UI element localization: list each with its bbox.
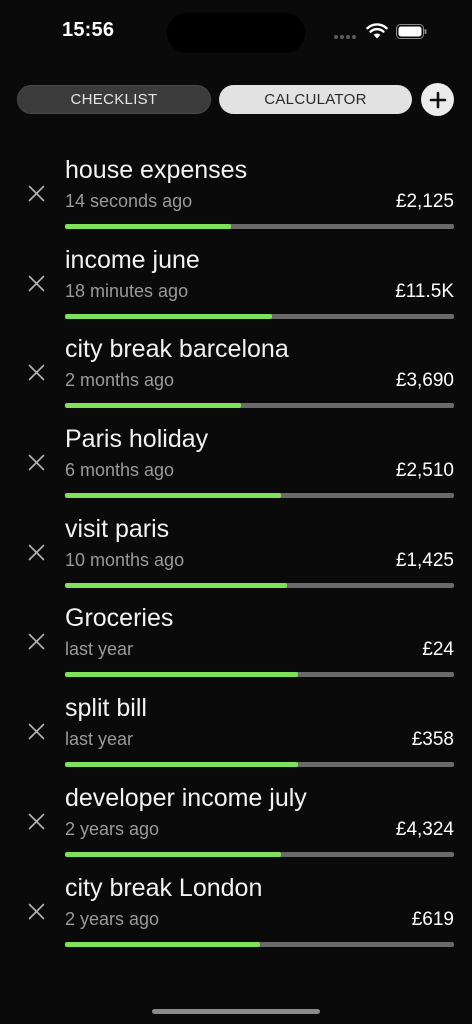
item-title: house expenses [65,156,248,184]
progress-fill [65,313,273,319]
tab-checklist[interactable]: CHECKLIST [17,85,211,114]
item-title: developer income july [65,783,307,812]
list-item[interactable]: house expenses 14 seconds ago £2,125 [0,150,472,240]
item-amount: £2,510 [395,460,454,482]
calculation-list: house expenses 14 seconds ago £2,125 inc… [0,150,472,957]
progress-bar [65,762,454,768]
close-icon[interactable] [28,633,45,650]
item-title: city break barcelona [65,335,289,364]
item-timestamp: 18 minutes ago [65,280,189,301]
list-item[interactable]: developer income july 2 years ago £4,324 [0,778,472,868]
progress-bar [65,403,454,409]
item-amount: £619 [411,908,454,930]
item-title: Groceries [65,604,174,633]
list-item[interactable]: income june 18 minutes ago £11.5K [0,240,472,330]
item-timestamp: last year [65,639,134,660]
progress-fill [65,672,299,678]
home-indicator[interactable] [152,1009,320,1014]
item-amount: £2,125 [395,191,454,212]
item-amount: £3,690 [395,370,454,392]
item-title: split bill [65,694,147,723]
item-title: Paris holiday [65,425,209,454]
progress-fill [65,941,260,947]
item-timestamp: 2 years ago [65,818,160,839]
status-time: 15:56 [62,19,115,41]
item-timestamp: 14 seconds ago [65,191,193,211]
item-timestamp: 10 months ago [65,549,185,570]
item-timestamp: 2 years ago [65,908,160,929]
progress-bar [65,851,454,857]
item-title: visit paris [65,514,170,543]
progress-fill [65,403,241,409]
progress-bar [65,941,454,947]
cellular-signal-icon [334,35,356,39]
progress-fill [65,582,288,588]
progress-fill [65,851,282,857]
progress-bar [65,493,454,499]
item-timestamp: last year [65,729,134,750]
close-icon[interactable] [28,364,45,381]
list-item[interactable]: city break barcelona 2 months ago £3,690 [0,329,472,419]
close-icon[interactable] [28,544,45,561]
dynamic-island [167,13,305,53]
progress-fill [65,762,299,768]
progress-bar [65,582,454,588]
progress-fill [65,493,282,499]
close-icon[interactable] [28,903,45,920]
item-timestamp: 6 months ago [65,460,175,481]
list-item[interactable]: Groceries last year £24 [0,598,472,688]
add-button[interactable] [421,83,454,116]
progress-bar [65,224,454,229]
list-item[interactable]: split bill last year £358 [0,688,472,778]
item-title: city break London [65,873,263,902]
close-icon[interactable] [28,185,45,202]
tab-calculator[interactable]: CALCULATOR [219,85,412,114]
item-title: income june [65,245,200,274]
close-icon[interactable] [28,723,45,740]
item-amount: £4,324 [395,818,454,840]
item-amount: £24 [422,639,454,661]
item-timestamp: 2 months ago [65,370,175,391]
close-icon[interactable] [28,275,45,292]
close-icon[interactable] [28,454,45,471]
item-amount: £1,425 [395,549,454,571]
progress-bar [65,313,454,319]
list-item[interactable]: visit paris 10 months ago £1,425 [0,509,472,599]
wifi-icon [366,23,388,39]
battery-icon [396,24,427,39]
list-item[interactable]: city break London 2 years ago £619 [0,868,472,958]
progress-bar [65,672,454,678]
list-item[interactable]: Paris holiday 6 months ago £2,510 [0,419,472,509]
item-amount: £11.5K [395,280,454,302]
app-screen: 15:56 CHECKLIST CALCULATOR house expense… [0,0,472,1024]
item-amount: £358 [411,729,454,751]
progress-fill [65,224,232,229]
close-icon[interactable] [28,813,45,830]
plus-icon [429,91,446,108]
